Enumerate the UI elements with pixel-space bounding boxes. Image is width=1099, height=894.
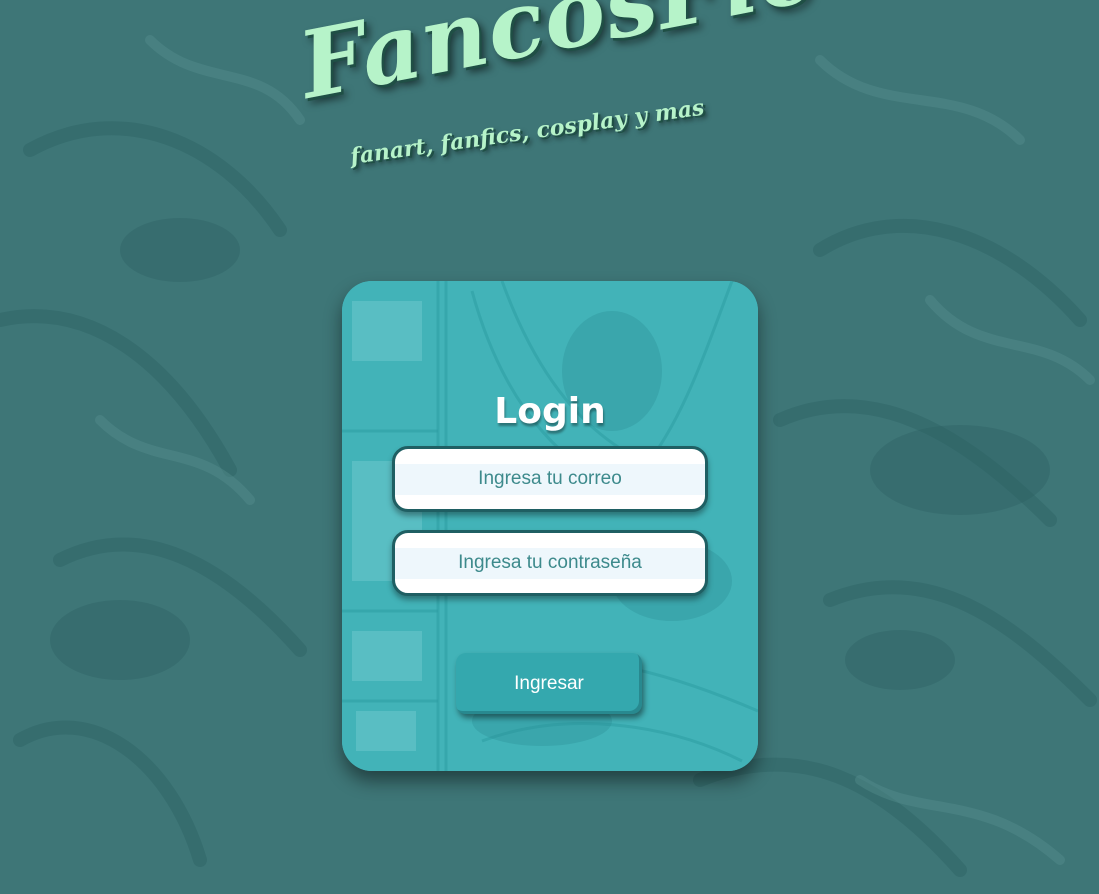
fancosfic-logo: FancosFic fanart, fanfics, cosplay y mas <box>291 0 823 220</box>
password-field-wrapper <box>392 530 708 596</box>
email-input[interactable] <box>395 449 705 509</box>
login-title: Login <box>494 391 606 432</box>
logo-tagline: fanart, fanfics, cosplay y mas <box>348 94 706 170</box>
logo-title: FancosFic <box>290 0 824 120</box>
login-card: Login Ingresar <box>342 281 758 771</box>
password-input[interactable] <box>395 533 705 593</box>
email-field-wrapper <box>392 446 708 512</box>
login-submit-button[interactable]: Ingresar <box>456 653 642 714</box>
